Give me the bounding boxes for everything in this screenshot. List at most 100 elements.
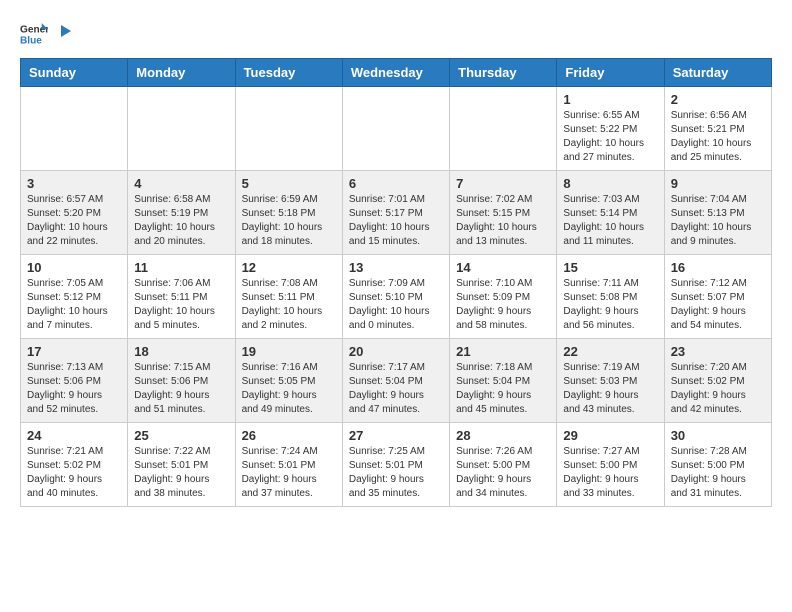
day-info: Sunrise: 6:56 AM Sunset: 5:21 PM Dayligh… xyxy=(671,109,765,165)
calendar-cell: 18 Sunrise: 7:15 AM Sunset: 5:06 PM Dayli… xyxy=(128,339,235,423)
day-info: Sunrise: 6:58 AM Sunset: 5:19 PM Dayligh… xyxy=(134,193,228,249)
day-info: Sunrise: 7:22 AM Sunset: 5:01 PM Dayligh… xyxy=(134,445,228,501)
calendar-cell xyxy=(21,87,128,171)
calendar-cell: 9Sunrise: 7:04 AM Sunset: 5:13 PM Daylig… xyxy=(664,171,771,255)
day-number: 8 xyxy=(563,176,657,191)
calendar-cell xyxy=(342,87,449,171)
day-info: Sunrise: 6:55 AM Sunset: 5:22 PM Dayligh… xyxy=(563,109,657,165)
calendar-cell: 8 Sunrise: 7:03 AM Sunset: 5:14 PM Daylig… xyxy=(557,171,664,255)
day-number: 10 xyxy=(27,260,121,275)
day-info: Sunrise: 7:06 AM Sunset: 5:11 PM Dayligh… xyxy=(134,277,228,333)
day-number: 27 xyxy=(349,428,443,443)
day-number: 23 xyxy=(671,344,765,359)
calendar-week-row: 3 Sunrise: 6:57 AM Sunset: 5:20 PM Daylig… xyxy=(21,171,772,255)
calendar-cell: 14 Sunrise: 7:10 AM Sunset: 5:09 PM Dayli… xyxy=(450,255,557,339)
day-number: 24 xyxy=(27,428,121,443)
day-info: Sunrise: 7:08 AM Sunset: 5:11 PM Dayligh… xyxy=(242,277,336,333)
day-info: Sunrise: 7:12 AM Sunset: 5:07 PM Dayligh… xyxy=(671,277,765,333)
calendar-header-saturday: Saturday xyxy=(664,59,771,87)
day-number: 28 xyxy=(456,428,550,443)
calendar-header-row: SundayMondayTuesdayWednesdayThursdayFrid… xyxy=(21,59,772,87)
calendar-week-row: 1Sunrise: 6:55 AM Sunset: 5:22 PM Daylig… xyxy=(21,87,772,171)
calendar-header-tuesday: Tuesday xyxy=(235,59,342,87)
day-info: Sunrise: 7:03 AM Sunset: 5:14 PM Dayligh… xyxy=(563,193,657,249)
day-info: Sunrise: 7:24 AM Sunset: 5:01 PM Dayligh… xyxy=(242,445,336,501)
day-info: Sunrise: 7:02 AM Sunset: 5:15 PM Dayligh… xyxy=(456,193,550,249)
day-info: Sunrise: 7:05 AM Sunset: 5:12 PM Dayligh… xyxy=(27,277,121,333)
day-info: Sunrise: 7:18 AM Sunset: 5:04 PM Dayligh… xyxy=(456,361,550,417)
calendar-cell: 16 Sunrise: 7:12 AM Sunset: 5:07 PM Dayli… xyxy=(664,255,771,339)
calendar-cell xyxy=(128,87,235,171)
logo-flag-icon xyxy=(53,25,71,43)
day-number: 21 xyxy=(456,344,550,359)
day-info: Sunrise: 7:27 AM Sunset: 5:00 PM Dayligh… xyxy=(563,445,657,501)
calendar-cell: 26Sunrise: 7:24 AM Sunset: 5:01 PM Dayli… xyxy=(235,423,342,507)
calendar-cell: 5 Sunrise: 6:59 AM Sunset: 5:18 PM Daylig… xyxy=(235,171,342,255)
calendar-cell: 15 Sunrise: 7:11 AM Sunset: 5:08 PM Dayli… xyxy=(557,255,664,339)
calendar-header-friday: Friday xyxy=(557,59,664,87)
day-info: Sunrise: 7:19 AM Sunset: 5:03 PM Dayligh… xyxy=(563,361,657,417)
day-number: 15 xyxy=(563,260,657,275)
day-info: Sunrise: 7:10 AM Sunset: 5:09 PM Dayligh… xyxy=(456,277,550,333)
calendar-cell: 30 Sunrise: 7:28 AM Sunset: 5:00 PM Dayli… xyxy=(664,423,771,507)
calendar-header-monday: Monday xyxy=(128,59,235,87)
calendar-cell: 27 Sunrise: 7:25 AM Sunset: 5:01 PM Dayli… xyxy=(342,423,449,507)
calendar-cell: 4 Sunrise: 6:58 AM Sunset: 5:19 PM Daylig… xyxy=(128,171,235,255)
page: General Blue Su xyxy=(0,0,792,517)
calendar-cell: 2 Sunrise: 6:56 AM Sunset: 5:21 PM Daylig… xyxy=(664,87,771,171)
calendar-week-row: 10 Sunrise: 7:05 AM Sunset: 5:12 PM Dayli… xyxy=(21,255,772,339)
svg-text:Blue: Blue xyxy=(20,35,42,46)
day-number: 13 xyxy=(349,260,443,275)
calendar-cell: 29Sunrise: 7:27 AM Sunset: 5:00 PM Dayli… xyxy=(557,423,664,507)
calendar-cell: 12 Sunrise: 7:08 AM Sunset: 5:11 PM Dayli… xyxy=(235,255,342,339)
day-info: Sunrise: 7:25 AM Sunset: 5:01 PM Dayligh… xyxy=(349,445,443,501)
day-number: 5 xyxy=(242,176,336,191)
day-number: 2 xyxy=(671,92,765,107)
calendar-cell: 21 Sunrise: 7:18 AM Sunset: 5:04 PM Dayli… xyxy=(450,339,557,423)
calendar-cell: 6Sunrise: 7:01 AM Sunset: 5:17 PM Daylig… xyxy=(342,171,449,255)
calendar-cell: 20 Sunrise: 7:17 AM Sunset: 5:04 PM Dayli… xyxy=(342,339,449,423)
day-number: 6 xyxy=(349,176,443,191)
logo: General Blue xyxy=(20,20,72,48)
day-number: 20 xyxy=(349,344,443,359)
calendar-cell: 25 Sunrise: 7:22 AM Sunset: 5:01 PM Dayli… xyxy=(128,423,235,507)
day-info: Sunrise: 6:57 AM Sunset: 5:20 PM Dayligh… xyxy=(27,193,121,249)
day-number: 14 xyxy=(456,260,550,275)
day-info: Sunrise: 7:09 AM Sunset: 5:10 PM Dayligh… xyxy=(349,277,443,333)
calendar-cell: 3 Sunrise: 6:57 AM Sunset: 5:20 PM Daylig… xyxy=(21,171,128,255)
day-info: Sunrise: 7:28 AM Sunset: 5:00 PM Dayligh… xyxy=(671,445,765,501)
day-info: Sunrise: 7:04 AM Sunset: 5:13 PM Dayligh… xyxy=(671,193,765,249)
day-info: Sunrise: 7:15 AM Sunset: 5:06 PM Dayligh… xyxy=(134,361,228,417)
calendar-cell: 1Sunrise: 6:55 AM Sunset: 5:22 PM Daylig… xyxy=(557,87,664,171)
day-number: 25 xyxy=(134,428,228,443)
day-number: 30 xyxy=(671,428,765,443)
day-number: 7 xyxy=(456,176,550,191)
day-number: 16 xyxy=(671,260,765,275)
calendar-cell: 19 Sunrise: 7:16 AM Sunset: 5:05 PM Dayli… xyxy=(235,339,342,423)
calendar-header-thursday: Thursday xyxy=(450,59,557,87)
calendar-cell: 28Sunrise: 7:26 AM Sunset: 5:00 PM Dayli… xyxy=(450,423,557,507)
day-number: 3 xyxy=(27,176,121,191)
day-number: 22 xyxy=(563,344,657,359)
day-number: 11 xyxy=(134,260,228,275)
calendar-cell: 17 Sunrise: 7:13 AM Sunset: 5:06 PM Dayli… xyxy=(21,339,128,423)
day-info: Sunrise: 7:11 AM Sunset: 5:08 PM Dayligh… xyxy=(563,277,657,333)
day-info: Sunrise: 7:20 AM Sunset: 5:02 PM Dayligh… xyxy=(671,361,765,417)
calendar-cell xyxy=(450,87,557,171)
day-number: 4 xyxy=(134,176,228,191)
calendar-cell: 7 Sunrise: 7:02 AM Sunset: 5:15 PM Daylig… xyxy=(450,171,557,255)
day-number: 17 xyxy=(27,344,121,359)
calendar-week-row: 17 Sunrise: 7:13 AM Sunset: 5:06 PM Dayli… xyxy=(21,339,772,423)
day-number: 12 xyxy=(242,260,336,275)
calendar-cell: 11 Sunrise: 7:06 AM Sunset: 5:11 PM Dayli… xyxy=(128,255,235,339)
day-info: Sunrise: 6:59 AM Sunset: 5:18 PM Dayligh… xyxy=(242,193,336,249)
calendar-header-wednesday: Wednesday xyxy=(342,59,449,87)
day-number: 19 xyxy=(242,344,336,359)
day-info: Sunrise: 7:16 AM Sunset: 5:05 PM Dayligh… xyxy=(242,361,336,417)
calendar-cell: 13 Sunrise: 7:09 AM Sunset: 5:10 PM Dayli… xyxy=(342,255,449,339)
calendar-cell: 24Sunrise: 7:21 AM Sunset: 5:02 PM Dayli… xyxy=(21,423,128,507)
calendar-cell: 22 Sunrise: 7:19 AM Sunset: 5:03 PM Dayli… xyxy=(557,339,664,423)
day-number: 18 xyxy=(134,344,228,359)
day-info: Sunrise: 7:13 AM Sunset: 5:06 PM Dayligh… xyxy=(27,361,121,417)
day-info: Sunrise: 7:17 AM Sunset: 5:04 PM Dayligh… xyxy=(349,361,443,417)
